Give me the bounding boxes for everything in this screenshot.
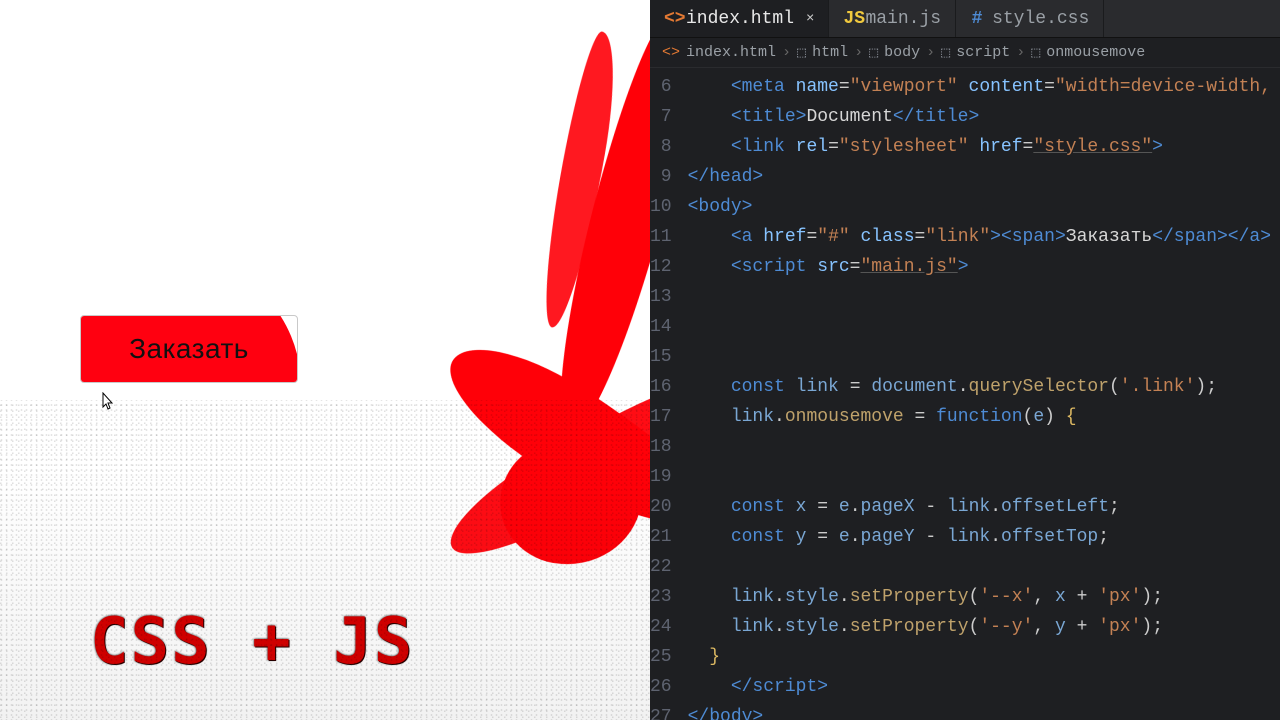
chevron-icon: › [1016, 44, 1025, 61]
code-line[interactable]: <meta name="viewport" content="width=dev… [688, 72, 1280, 102]
line-number: 27 [650, 702, 672, 720]
crumb-part[interactable]: onmousemove [1046, 44, 1145, 61]
code-lines[interactable]: <meta name="viewport" content="width=dev… [688, 72, 1280, 720]
symbol-icon: ⬚ [941, 43, 950, 62]
line-number: 17 [650, 402, 672, 432]
line-number: 19 [650, 462, 672, 492]
tab-bar: <> index.html × JS main.js # style.css [650, 0, 1280, 38]
code-line[interactable]: const x = e.pageX - link.offsetLeft; [688, 492, 1280, 522]
file-icon: <> [662, 44, 680, 61]
line-number: 20 [650, 492, 672, 522]
line-number: 7 [650, 102, 672, 132]
line-number: 24 [650, 612, 672, 642]
line-number: 6 [650, 72, 672, 102]
symbol-icon: ⬚ [1031, 43, 1040, 62]
cursor-icon [100, 392, 116, 417]
code-line[interactable]: link.style.setProperty('--y', y + 'px'); [688, 612, 1280, 642]
code-line[interactable] [688, 282, 1280, 312]
tab-label: index.html [686, 9, 794, 29]
line-number: 23 [650, 582, 672, 612]
file-icon: <> [664, 9, 678, 29]
crumb-file[interactable]: index.html [686, 44, 776, 61]
symbol-icon: ⬚ [797, 43, 806, 62]
line-number: 12 [650, 252, 672, 282]
line-gutter: 6789101112131415161718192021222324252627… [650, 72, 688, 720]
code-line[interactable] [688, 432, 1280, 462]
line-number: 21 [650, 522, 672, 552]
code-line[interactable]: </head> [688, 162, 1280, 192]
line-number: 9 [650, 162, 672, 192]
code-line[interactable] [688, 552, 1280, 582]
crumb-part[interactable]: html [812, 44, 848, 61]
line-number: 16 [650, 372, 672, 402]
crumb-part[interactable]: body [884, 44, 920, 61]
file-icon: # [970, 9, 984, 29]
code-line[interactable] [688, 342, 1280, 372]
code-line[interactable]: <a href="#" class="link"><span>Заказать<… [688, 222, 1280, 252]
code-line[interactable]: <body> [688, 192, 1280, 222]
chevron-icon: › [926, 44, 935, 61]
code-line[interactable]: link.onmousemove = function(e) { [688, 402, 1280, 432]
close-icon[interactable]: × [806, 11, 814, 27]
order-button[interactable]: Заказать [80, 315, 298, 383]
code-editor: <> index.html × JS main.js # style.css <> inde… [650, 0, 1280, 720]
breadcrumb[interactable]: <> index.html › ⬚ html › ⬚ body › ⬚ scri… [650, 38, 1280, 68]
code-line[interactable]: <script src="main.js"> [688, 252, 1280, 282]
tab-label: main.js [865, 9, 941, 29]
line-number: 13 [650, 282, 672, 312]
line-number: 25 [650, 642, 672, 672]
line-number: 22 [650, 552, 672, 582]
symbol-icon: ⬚ [869, 43, 878, 62]
headline: CSS + JS [90, 605, 414, 679]
line-number: 18 [650, 432, 672, 462]
code-line[interactable]: <link rel="stylesheet" href="style.css"> [688, 132, 1280, 162]
crumb-part[interactable]: script [956, 44, 1010, 61]
line-number: 14 [650, 312, 672, 342]
code-line[interactable]: const link = document.querySelector('.li… [688, 372, 1280, 402]
order-button-label: Заказать [129, 333, 249, 365]
code-line[interactable]: </script> [688, 672, 1280, 702]
line-number: 10 [650, 192, 672, 222]
code-line[interactable] [688, 312, 1280, 342]
line-number: 11 [650, 222, 672, 252]
file-icon: JS [843, 9, 857, 29]
tab-index-html[interactable]: <> index.html × [650, 0, 829, 37]
tab-label: style.css [992, 9, 1089, 29]
code-line[interactable]: } [688, 642, 1280, 672]
tab-style-css[interactable]: # style.css [956, 0, 1104, 37]
code-line[interactable]: </body> [688, 702, 1280, 720]
preview-pane: Заказать CSS + JS [0, 0, 650, 720]
code-area[interactable]: 6789101112131415161718192021222324252627… [650, 68, 1280, 720]
code-line[interactable]: <title>Document</title> [688, 102, 1280, 132]
tab-main-js[interactable]: JS main.js [829, 0, 956, 37]
line-number: 26 [650, 672, 672, 702]
chevron-icon: › [782, 44, 791, 61]
line-number: 8 [650, 132, 672, 162]
code-line[interactable] [688, 462, 1280, 492]
line-number: 15 [650, 342, 672, 372]
chevron-icon: › [854, 44, 863, 61]
code-line[interactable]: link.style.setProperty('--x', x + 'px'); [688, 582, 1280, 612]
code-line[interactable]: const y = e.pageY - link.offsetTop; [688, 522, 1280, 552]
